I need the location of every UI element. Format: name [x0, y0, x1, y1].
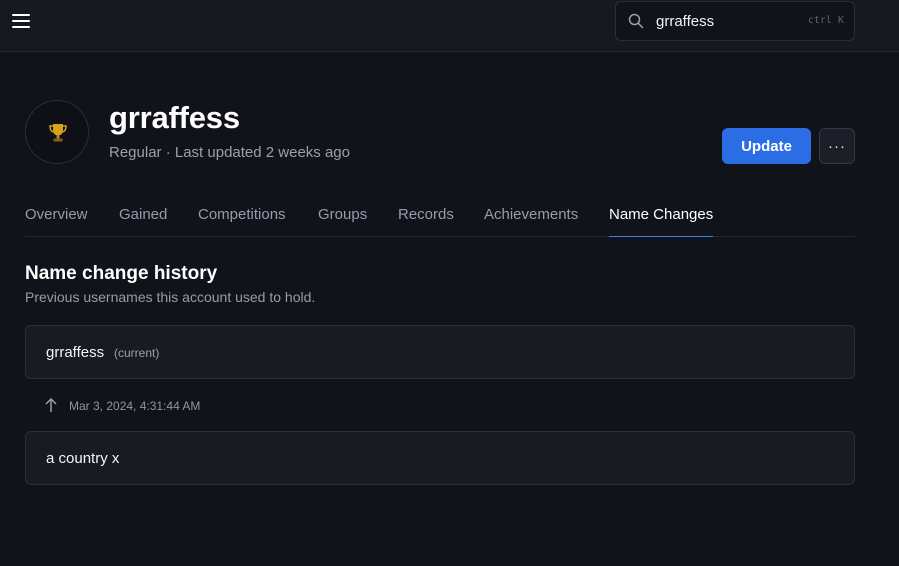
- username: grraffess: [46, 344, 105, 361]
- section-title: Name change history: [25, 263, 218, 284]
- change-date: Mar 3, 2024, 4:31:44 AM: [69, 399, 201, 413]
- player-meta: Regular · Last updated 2 weeks ago: [109, 144, 350, 161]
- top-bar: ctrl K: [0, 0, 899, 52]
- name-history-item: grraffess (current): [25, 325, 855, 379]
- player-name: grraffess: [109, 100, 240, 135]
- search-shortcut-hint: ctrl K: [807, 15, 844, 26]
- avatar: [25, 100, 89, 164]
- arrow-up-icon: [45, 397, 57, 412]
- tab-records[interactable]: Records: [398, 206, 454, 237]
- profile-tabs: Overview Gained Competitions Groups Reco…: [25, 200, 855, 237]
- name-history-item: a country x: [25, 431, 855, 485]
- search-icon: [628, 13, 644, 29]
- more-options-button[interactable]: ···: [819, 128, 855, 164]
- section-description: Previous usernames this account used to …: [25, 289, 316, 305]
- tab-overview[interactable]: Overview: [25, 206, 88, 237]
- tab-achievements[interactable]: Achievements: [484, 206, 578, 237]
- current-tag: (current): [114, 346, 160, 360]
- tab-gained[interactable]: Gained: [119, 206, 167, 237]
- trophy-icon: [49, 124, 67, 142]
- update-button[interactable]: Update: [722, 128, 811, 164]
- search-input[interactable]: [656, 2, 806, 40]
- search-box[interactable]: ctrl K: [615, 1, 855, 41]
- tab-competitions[interactable]: Competitions: [198, 206, 286, 237]
- tab-name-changes[interactable]: Name Changes: [609, 206, 714, 237]
- tab-groups[interactable]: Groups: [318, 206, 367, 237]
- hamburger-menu-icon[interactable]: [10, 11, 32, 31]
- username: a country x: [46, 450, 120, 467]
